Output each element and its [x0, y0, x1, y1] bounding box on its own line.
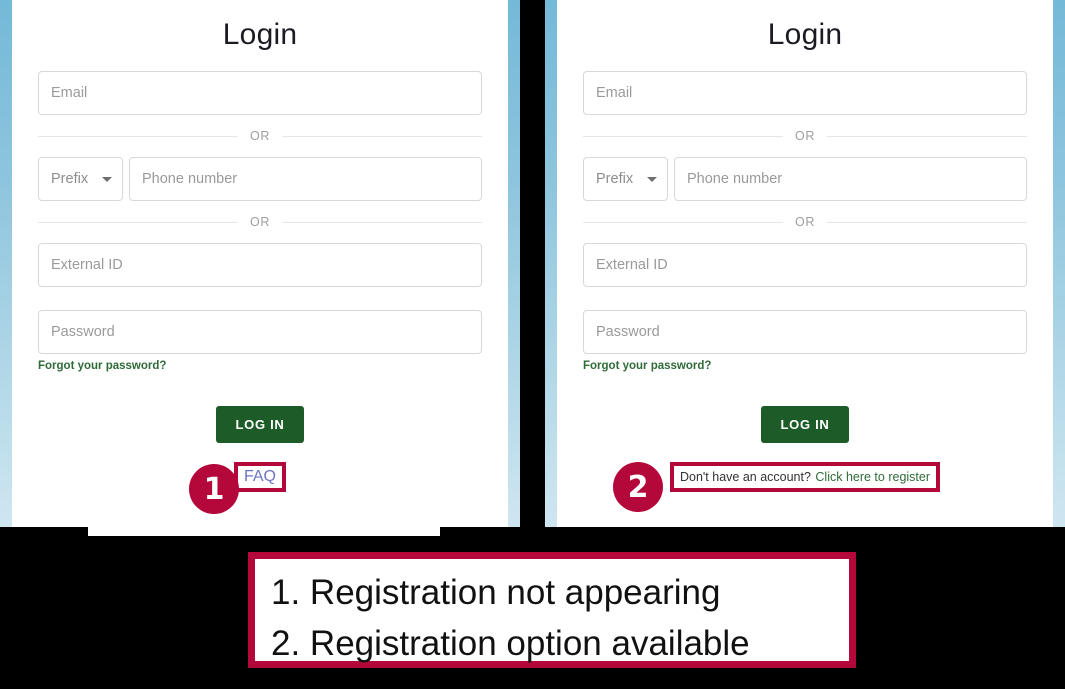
phone-placeholder: Phone number [142, 171, 238, 187]
password-input[interactable]: Password [38, 310, 482, 354]
or-divider-1: OR [583, 129, 1028, 143]
divider-rule-right [281, 135, 483, 137]
or-divider-2: OR [583, 215, 1028, 229]
divider-rule-right [281, 221, 483, 223]
divider-rule-left [38, 135, 239, 137]
phone-row: Prefix Phone number [38, 157, 482, 201]
divider-rule-left [583, 135, 784, 137]
or-label: OR [250, 215, 270, 229]
page-title: Login [222, 18, 298, 51]
forgot-password-link[interactable]: Forgot your password? [583, 360, 711, 372]
external-id-placeholder: External ID [51, 257, 123, 273]
login-card-left: Login Email OR Prefix Phone number OR Ex… [12, 0, 508, 527]
forgot-password-link[interactable]: Forgot your password? [38, 360, 166, 372]
annotation-highlight-box-register: Don't have an account? Click here to reg… [669, 462, 941, 492]
external-id-input[interactable]: External ID [38, 243, 482, 287]
prefix-select[interactable]: Prefix [38, 157, 123, 201]
callout-badge-1: 1 [189, 464, 239, 514]
password-placeholder: Password [51, 324, 115, 340]
email-input[interactable]: Email [583, 71, 1027, 115]
or-divider-2: OR [38, 215, 483, 229]
phone-row: Prefix Phone number [583, 157, 1027, 201]
phone-number-input[interactable]: Phone number [129, 157, 482, 201]
caption-box: 1. Registration not appearing 2. Registr… [248, 552, 856, 668]
login-button[interactable]: LOG IN [760, 406, 850, 443]
login-button-row: LOG IN [38, 406, 482, 443]
login-button-row: LOG IN [583, 406, 1027, 443]
external-id-placeholder: External ID [596, 257, 668, 273]
or-label: OR [795, 215, 815, 229]
divider-rule-right [826, 135, 1028, 137]
annotated-screenshot-stage: Login Email OR Prefix Phone number OR Ex… [0, 0, 1065, 689]
right-screenshot-panel: Login Email OR Prefix Phone number OR Ex… [545, 0, 1065, 527]
left-screenshot-panel: Login Email OR Prefix Phone number OR Ex… [0, 0, 520, 527]
login-card-right: Login Email OR Prefix Phone number OR Ex… [557, 0, 1053, 527]
phone-placeholder: Phone number [687, 171, 783, 187]
callout-badge-2: 2 [613, 462, 663, 512]
prefix-select[interactable]: Prefix [583, 157, 668, 201]
page-background-strip-left [545, 0, 557, 527]
phone-number-input[interactable]: Phone number [674, 157, 1027, 201]
register-prompt-label: Don't have an account? [679, 470, 811, 484]
register-link[interactable]: Click here to register [815, 470, 930, 484]
faq-link[interactable]: FAQ [244, 468, 276, 485]
left-bottom-link-row: FAQ [38, 462, 482, 492]
email-input[interactable]: Email [38, 71, 482, 115]
chevron-down-icon [102, 176, 112, 182]
prefix-select-label: Prefix [596, 171, 634, 187]
password-input[interactable]: Password [583, 310, 1027, 354]
prefix-select-label: Prefix [51, 171, 89, 187]
email-placeholder: Email [596, 85, 633, 101]
divider-rule-left [583, 221, 784, 223]
or-label: OR [795, 129, 815, 143]
login-button[interactable]: LOG IN [215, 406, 305, 443]
or-divider-1: OR [38, 129, 483, 143]
page-title: Login [767, 18, 843, 51]
chevron-down-icon [647, 176, 657, 182]
page-background-strip-right [1053, 0, 1065, 527]
page-background-strip-right [508, 0, 520, 527]
divider-rule-left [38, 221, 239, 223]
divider-rule-right [826, 221, 1028, 223]
page-background-strip-left [0, 0, 12, 527]
password-placeholder: Password [596, 324, 660, 340]
external-id-input[interactable]: External ID [583, 243, 1027, 287]
panel-overflow-strip [88, 527, 440, 536]
caption-line-2: 2. Registration option available [271, 624, 750, 663]
email-placeholder: Email [51, 85, 88, 101]
annotation-highlight-box-faq: FAQ [233, 462, 286, 492]
or-label: OR [250, 129, 270, 143]
caption-line-1: 1. Registration not appearing [271, 573, 721, 612]
